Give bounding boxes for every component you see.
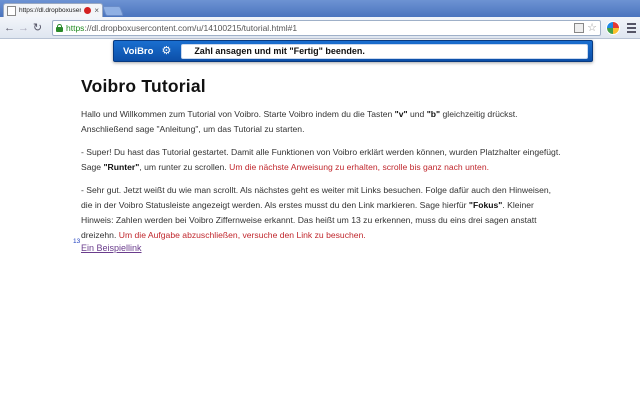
recording-icon xyxy=(84,7,92,14)
example-link[interactable]: Ein Beispiellink xyxy=(81,243,142,253)
url-text: https://dl.dropboxusercontent.com/u/1410… xyxy=(66,23,298,33)
tab-title: https://dl.dropboxuser xyxy=(19,7,82,14)
gear-icon[interactable]: ⚙ xyxy=(161,45,171,57)
voibro-status-text: Zahl ansagen und mit "Fertig" beenden. xyxy=(181,43,588,59)
links-paragraph: - Sehr gut. Jetzt weißt du wie man scrol… xyxy=(81,185,552,240)
page-favicon-icon xyxy=(7,5,16,16)
forward-arrow-icon[interactable]: → xyxy=(17,21,30,35)
intro-paragraph: Hallo und Willkommen zum Tutorial von Vo… xyxy=(81,109,518,134)
voibro-logo: VoiBro xyxy=(123,45,154,57)
browser-toolbar: ← → ↻ https://dl.dropboxusercontent.com/… xyxy=(0,17,640,39)
back-arrow-icon[interactable]: ← xyxy=(3,21,16,35)
page-title: Voibro Tutorial xyxy=(81,76,206,96)
extension-icon[interactable] xyxy=(606,21,620,35)
scroll-paragraph: - Super! Du hast das Tutorial gestartet.… xyxy=(81,147,561,172)
tab-close-icon[interactable]: × xyxy=(94,6,99,15)
page-content: Voibro Tutorial Hallo und Willkommen zum… xyxy=(81,76,561,251)
bookmark-star-icon[interactable]: ☆ xyxy=(587,23,597,34)
tab-strip: https://dl.dropboxuser × xyxy=(0,0,640,17)
menu-icon[interactable] xyxy=(624,21,638,35)
address-bar[interactable]: https://dl.dropboxusercontent.com/u/1410… xyxy=(52,20,601,36)
voibro-statusbar: VoiBro ⚙ Zahl ansagen und mit "Fertig" b… xyxy=(113,40,593,62)
browser-tab[interactable]: https://dl.dropboxuser × xyxy=(3,3,103,17)
lock-icon xyxy=(56,24,63,32)
new-tab-button[interactable] xyxy=(102,6,124,16)
link-hint-badge: 13 xyxy=(73,238,81,245)
page-action-icon[interactable] xyxy=(574,23,585,33)
reload-icon[interactable]: ↻ xyxy=(31,21,44,35)
